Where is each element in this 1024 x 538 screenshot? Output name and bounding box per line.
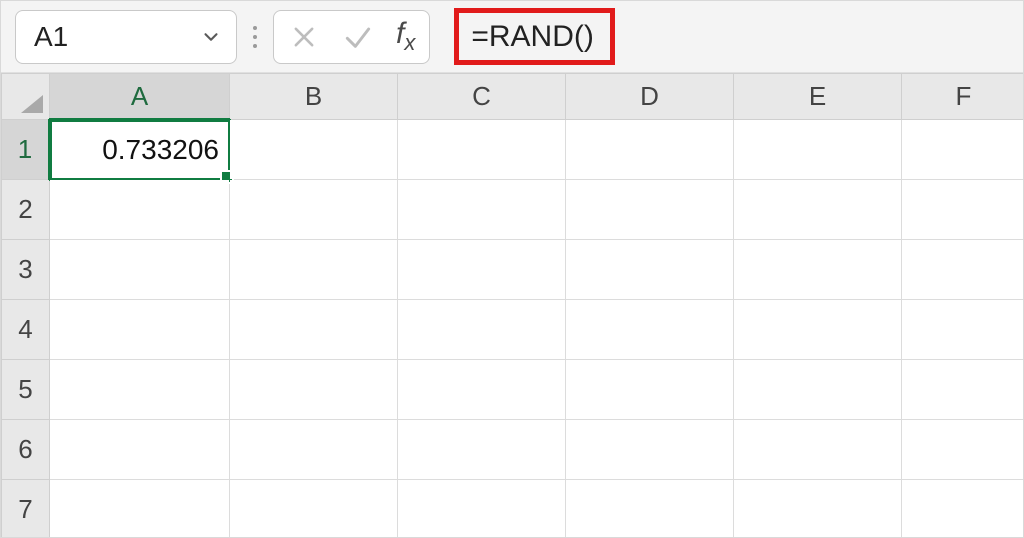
cell-E3[interactable] (734, 240, 902, 300)
col-header-F[interactable]: F (902, 74, 1024, 120)
row-header-3[interactable]: 3 (2, 240, 50, 300)
cell-A3[interactable] (50, 240, 230, 300)
cell-E4[interactable] (734, 300, 902, 360)
grid: A B C D E F 1 0.733206 (1, 73, 1023, 537)
cell-C2[interactable] (398, 180, 566, 240)
col-header-C[interactable]: C (398, 74, 566, 120)
cell-A1[interactable]: 0.733206 (50, 120, 230, 180)
cell-C1[interactable] (398, 120, 566, 180)
cell-B3[interactable] (230, 240, 398, 300)
cell-F7[interactable] (902, 480, 1024, 538)
cell-E5[interactable] (734, 360, 902, 420)
cell-F6[interactable] (902, 420, 1024, 480)
cell-E6[interactable] (734, 420, 902, 480)
cell-E2[interactable] (734, 180, 902, 240)
formula-input[interactable]: =RAND() (444, 10, 1009, 64)
row-header-1[interactable]: 1 (2, 120, 50, 180)
col-header-D[interactable]: D (566, 74, 734, 120)
insert-function-button[interactable]: fx (396, 17, 415, 56)
cell-F5[interactable] (902, 360, 1024, 420)
cell-A6[interactable] (50, 420, 230, 480)
cell-A2[interactable] (50, 180, 230, 240)
cell-D7[interactable] (566, 480, 734, 538)
row-header-5[interactable]: 5 (2, 360, 50, 420)
cell-D1[interactable] (566, 120, 734, 180)
col-header-A[interactable]: A (50, 74, 230, 120)
name-box[interactable]: A1 (15, 10, 237, 64)
cancel-icon[interactable] (288, 21, 320, 53)
cell-B6[interactable] (230, 420, 398, 480)
cell-F2[interactable] (902, 180, 1024, 240)
cell-C4[interactable] (398, 300, 566, 360)
cell-C6[interactable] (398, 420, 566, 480)
cell-A4[interactable] (50, 300, 230, 360)
formula-bar: A1 fx =RAND() (1, 1, 1023, 73)
col-header-B[interactable]: B (230, 74, 398, 120)
row-header-4[interactable]: 4 (2, 300, 50, 360)
sheet-table: A B C D E F 1 0.733206 (1, 73, 1023, 537)
grip-icon[interactable] (251, 26, 259, 48)
spreadsheet-app: A1 fx =RAND() (0, 0, 1024, 538)
cell-D2[interactable] (566, 180, 734, 240)
name-box-value: A1 (34, 21, 200, 53)
cell-E1[interactable] (734, 120, 902, 180)
cell-D6[interactable] (566, 420, 734, 480)
row-header-7[interactable]: 7 (2, 480, 50, 538)
row-header-2[interactable]: 2 (2, 180, 50, 240)
cell-D5[interactable] (566, 360, 734, 420)
enter-icon[interactable] (342, 21, 374, 53)
cell-B1[interactable] (230, 120, 398, 180)
cell-B2[interactable] (230, 180, 398, 240)
cell-A5[interactable] (50, 360, 230, 420)
select-all-corner[interactable] (2, 74, 50, 120)
col-header-E[interactable]: E (734, 74, 902, 120)
formula-buttons: fx (273, 10, 430, 64)
cell-D4[interactable] (566, 300, 734, 360)
cell-B5[interactable] (230, 360, 398, 420)
cell-E7[interactable] (734, 480, 902, 538)
formula-text: =RAND() (454, 8, 615, 65)
row-header-6[interactable]: 6 (2, 420, 50, 480)
cell-C3[interactable] (398, 240, 566, 300)
cell-B4[interactable] (230, 300, 398, 360)
cell-F1[interactable] (902, 120, 1024, 180)
cell-F4[interactable] (902, 300, 1024, 360)
cell-B7[interactable] (230, 480, 398, 538)
cell-A7[interactable] (50, 480, 230, 538)
cell-F3[interactable] (902, 240, 1024, 300)
cell-D3[interactable] (566, 240, 734, 300)
cell-C7[interactable] (398, 480, 566, 538)
chevron-down-icon (200, 26, 222, 48)
cell-C5[interactable] (398, 360, 566, 420)
